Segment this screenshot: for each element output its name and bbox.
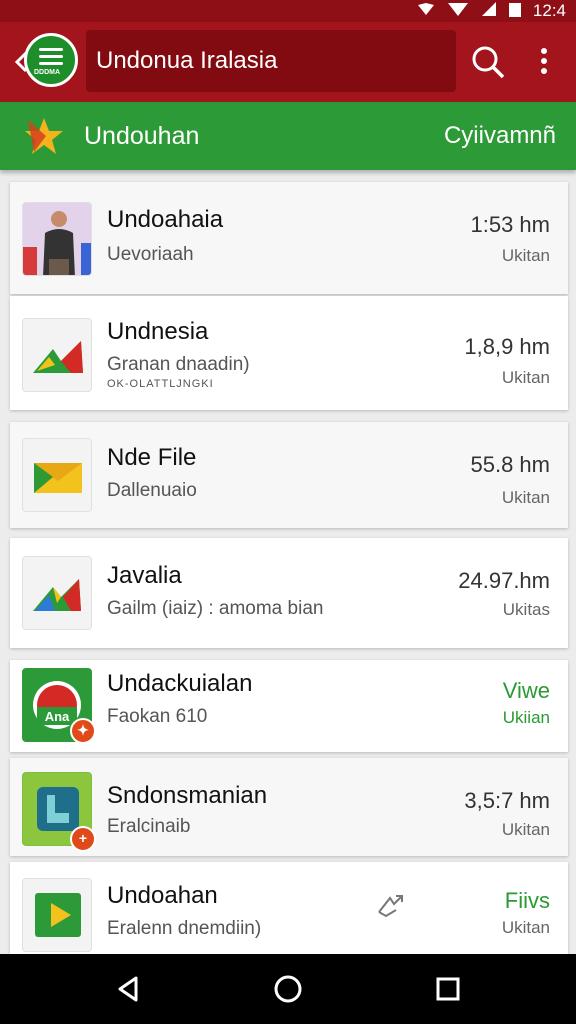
search-field[interactable]: Undonua Iralasia — [86, 30, 456, 92]
app-logo-tag: DDDMA — [34, 69, 61, 76]
item-place: Ukitan — [501, 246, 550, 265]
share-icon[interactable] — [376, 890, 410, 920]
status-time: 12:4 — [532, 1, 566, 20]
item-thumbnail — [22, 556, 92, 630]
app-icon-text: Ana — [45, 709, 70, 724]
section-action[interactable]: Cyiivamnñ — [444, 102, 556, 170]
list-item[interactable]: + Sndonsmanian Eralcinaib 3,5:7 hm Ukita… — [10, 758, 568, 856]
item-title: Undoahan — [107, 882, 218, 909]
item-meta: 55.8 hm — [470, 452, 551, 477]
search-text: Undonua Iralasia — [96, 47, 278, 74]
item-subtitle: Uevoriaah — [107, 244, 194, 265]
list-item[interactable]: Ana ✦ Undackuialan Faokan 610 Viwe Ukiia… — [10, 660, 568, 752]
item-subtitle: Granan dnaadin) — [107, 354, 250, 375]
signal-icon — [417, 2, 435, 21]
app-logo-button[interactable]: DDDMA — [12, 33, 78, 91]
status-bar: 12:4 — [0, 0, 576, 22]
list-item[interactable]: Nde File Dallenuaio 55.8 hm Ukitan — [10, 422, 568, 528]
battery-icon — [508, 1, 521, 22]
back-triangle-icon — [118, 976, 138, 1002]
notification-badge: ✦ — [70, 718, 96, 744]
notification-badge: + — [70, 826, 96, 852]
item-thumbnail — [22, 438, 92, 512]
section-title: Undouhan — [84, 122, 200, 150]
wifi-icon — [447, 1, 469, 22]
home-button[interactable] — [271, 972, 305, 1006]
item-subtitle: Faokan 610 — [107, 706, 208, 727]
item-thumbnail — [22, 202, 92, 276]
list-item[interactable]: Undoahan Eralenn dnemdiin) Fiivs Ukitan — [10, 862, 568, 954]
search-icon — [472, 46, 505, 79]
envelope-icon — [34, 463, 82, 493]
view-button[interactable]: Fiivs — [505, 888, 550, 914]
item-subtitle: Eralcinaib — [107, 816, 191, 837]
item-title: Undackuialan — [107, 670, 253, 697]
app-logo-icon: DDDMA — [24, 33, 78, 87]
recents-button[interactable] — [431, 972, 465, 1006]
item-meta: 1:53 hm — [470, 212, 551, 237]
more-vert-icon — [541, 48, 547, 74]
section-header: Undouhan Cyiivamnñ — [0, 102, 576, 170]
more-options-button[interactable] — [530, 42, 558, 82]
chart-logo-icon — [33, 341, 83, 373]
system-nav-bar — [0, 954, 576, 1024]
play-icon — [35, 893, 81, 937]
list-item[interactable]: Undnesia Granan dnaadin) OK-OLATTLJNGKI … — [10, 296, 568, 410]
item-subtitle: Eralenn dnemdiin) — [107, 918, 262, 939]
chart-logo-icon — [33, 579, 81, 611]
item-place: Ukiian — [502, 708, 550, 727]
item-title: Nde File — [107, 444, 197, 471]
item-meta: 1,8,9 hm — [464, 334, 550, 359]
recents-square-icon — [436, 977, 460, 1001]
item-meta: 24.97.hm — [458, 568, 550, 593]
item-title: Javalia — [107, 562, 182, 589]
list-item[interactable]: Javalia Gailm (iaiz) : amoma bian 24.97.… — [10, 538, 568, 648]
item-place: Ukitan — [501, 820, 550, 839]
search-button[interactable] — [468, 42, 508, 82]
item-title: Sndonsmanian — [107, 782, 268, 809]
item-thumbnail — [22, 318, 92, 392]
list-item[interactable]: Undoahaia Uevoriaah 1:53 hm Ukitan — [10, 182, 568, 294]
item-subtitle: Gailm (iaiz) : amoma bian — [107, 598, 324, 619]
back-button[interactable] — [112, 972, 146, 1006]
item-thumbnail — [22, 878, 92, 952]
app-bar: DDDMA Undonua Iralasia — [0, 22, 576, 102]
home-circle-icon — [274, 975, 302, 1003]
item-place: Ukitan — [501, 488, 550, 507]
item-subtitle: Dallenuaio — [107, 480, 197, 501]
item-place: Ukitan — [501, 368, 550, 387]
item-place: Ukitan — [501, 918, 550, 937]
item-place: Ukitas — [502, 600, 550, 619]
star-icon — [25, 118, 63, 154]
item-title: Undoahaia — [107, 206, 224, 233]
item-title: Undnesia — [107, 318, 209, 345]
item-subtitle-secondary: OK-OLATTLJNGKI — [107, 378, 214, 390]
view-button[interactable]: Viwe — [503, 678, 550, 704]
cell-icon — [481, 1, 497, 22]
item-meta: 3,5:7 hm — [464, 788, 550, 813]
